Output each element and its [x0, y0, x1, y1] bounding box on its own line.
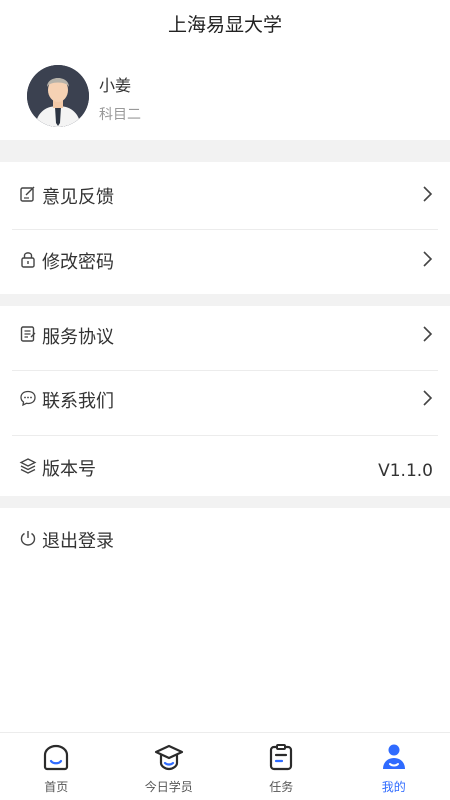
tab-today-students[interactable]: 今日学员	[113, 733, 226, 800]
chevron-right-icon	[421, 250, 433, 268]
section-gap	[0, 294, 450, 306]
user-name: 小姜	[99, 76, 132, 95]
avatar[interactable]	[27, 65, 89, 127]
page-header: 上海易显大学	[0, 0, 450, 46]
menu-item-label: 联系我们	[42, 391, 114, 412]
page-title: 上海易显大学	[167, 13, 282, 36]
menu-item-change-password[interactable]: 修改密码	[0, 230, 450, 294]
menu-item-label: 退出登录	[42, 531, 114, 552]
tab-tasks[interactable]: 任务	[225, 733, 338, 800]
tab-label: 我的	[381, 780, 406, 794]
version-value: V1.1.0	[378, 461, 433, 481]
menu-item-version: 版本号 V1.1.0	[0, 436, 450, 496]
tab-label: 首页	[44, 780, 69, 794]
profile-card[interactable]: 小姜 科目二	[0, 46, 450, 140]
chevron-right-icon	[421, 325, 433, 343]
clipboard-icon	[266, 742, 296, 772]
menu-item-label: 修改密码	[42, 252, 114, 273]
menu-item-label: 版本号	[42, 459, 96, 480]
avatar-illustration	[27, 65, 89, 127]
section-gap	[0, 140, 450, 162]
document-icon	[19, 325, 37, 343]
menu-item-label: 意见反馈	[42, 187, 114, 208]
edit-note-icon	[19, 185, 37, 203]
menu-item-label: 服务协议	[42, 327, 114, 348]
power-icon	[19, 529, 37, 547]
user-subject: 科目二	[99, 107, 141, 123]
bottom-tab-bar: 首页 今日学员 任务 我的	[0, 732, 450, 800]
user-icon	[379, 742, 409, 772]
graduation-cap-icon	[154, 742, 184, 772]
section-gap	[0, 496, 450, 508]
lock-icon	[19, 250, 37, 268]
tab-label: 任务	[269, 780, 294, 794]
menu-item-feedback[interactable]: 意见反馈	[0, 162, 450, 228]
chat-bubble-icon	[19, 389, 37, 407]
tab-home[interactable]: 首页	[0, 733, 113, 800]
menu-item-service-agreement[interactable]: 服务协议	[0, 306, 450, 370]
menu-item-contact-us[interactable]: 联系我们	[0, 371, 450, 435]
home-icon	[41, 742, 71, 772]
layers-icon	[19, 457, 37, 475]
chevron-right-icon	[421, 185, 433, 203]
tab-mine[interactable]: 我的	[338, 733, 450, 800]
tab-label: 今日学员	[144, 780, 193, 794]
menu-item-logout[interactable]: 退出登录	[0, 508, 450, 570]
chevron-right-icon	[421, 389, 433, 407]
